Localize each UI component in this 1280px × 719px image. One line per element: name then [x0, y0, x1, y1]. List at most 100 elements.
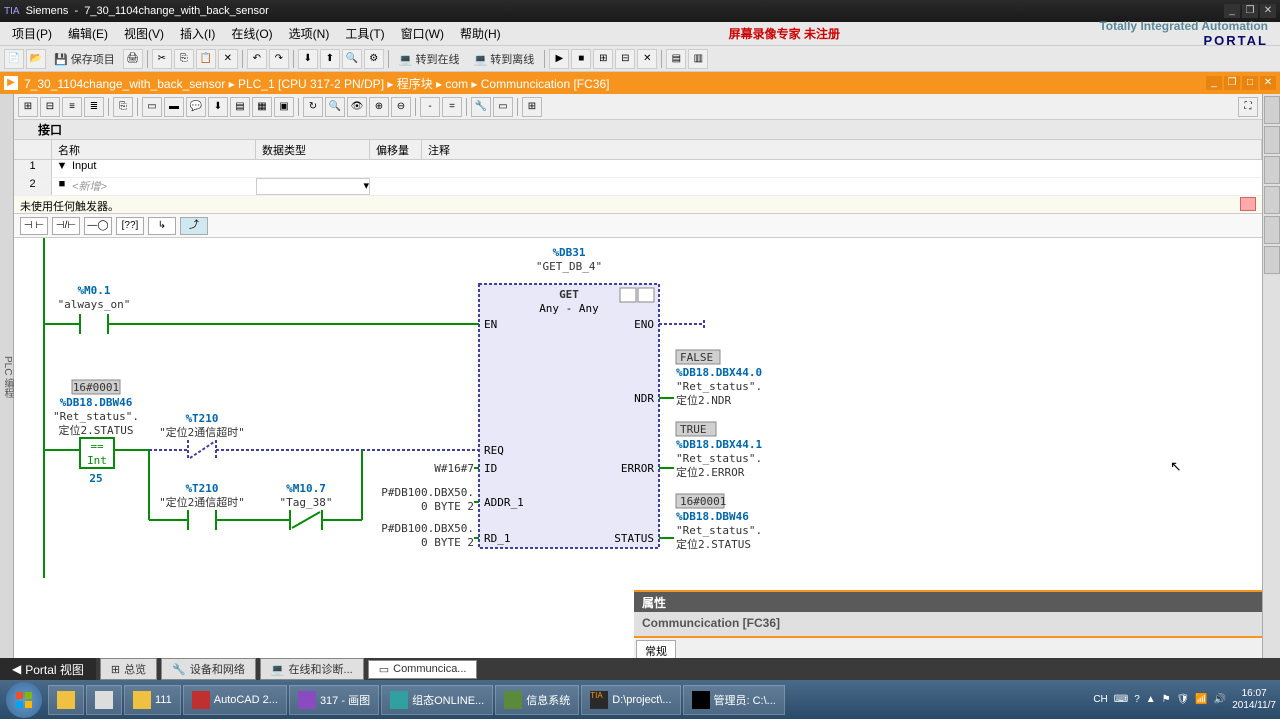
save-project-button[interactable]: 💾 保存项目	[48, 49, 121, 69]
paste-icon[interactable]: 📋	[196, 49, 216, 69]
menu-edit[interactable]: 编辑(E)	[60, 23, 116, 44]
et-icon-13[interactable]: ↻	[303, 97, 323, 117]
bottom-tab-diagnostics[interactable]: 💻 在线和诊断...	[260, 658, 364, 680]
properties-tab-general[interactable]: 常规	[636, 640, 676, 660]
et-icon-10[interactable]: ▤	[230, 97, 250, 117]
et-icon-12[interactable]: ▣	[274, 97, 294, 117]
cut-icon[interactable]: ✂	[152, 49, 172, 69]
copy-icon[interactable]: ⎘	[174, 49, 194, 69]
et-expand-icon[interactable]: ⛶	[1238, 97, 1258, 117]
tray-keyboard-icon[interactable]: ⌨	[1114, 694, 1128, 705]
task-autocad[interactable]: AutoCAD 2...	[183, 685, 287, 715]
et-insert-network-icon[interactable]: ⊞	[18, 97, 38, 117]
instr-branch-close[interactable]: ⤴	[180, 217, 208, 235]
trigger-settings-icon[interactable]	[1240, 197, 1256, 211]
task-paint[interactable]: 317 - 画图	[289, 685, 379, 715]
bottom-tab-overview[interactable]: ⊞ 总览	[100, 658, 157, 680]
right-tab-1[interactable]	[1264, 96, 1280, 124]
undo-icon[interactable]: ↶	[247, 49, 267, 69]
col-offset[interactable]: 偏移量	[370, 140, 422, 159]
right-tab-3[interactable]	[1264, 156, 1280, 184]
task-tia-portal[interactable]: TIAD:\project\...	[581, 685, 680, 715]
ladder-network[interactable]: %DB31 "GET_DB_4" %M0.1 "always_on" GET A…	[14, 238, 1262, 618]
new-project-icon[interactable]: 📄	[4, 49, 24, 69]
compile-icon[interactable]: ⚙	[364, 49, 384, 69]
et-icon-3[interactable]: ≡	[62, 97, 82, 117]
right-tab-5[interactable]	[1264, 216, 1280, 244]
editor-float-button[interactable]: ❐	[1224, 76, 1240, 90]
menu-window[interactable]: 窗口(W)	[393, 23, 452, 44]
et-icon-19[interactable]: =	[442, 97, 462, 117]
instr-branch-open[interactable]: ↳	[148, 217, 176, 235]
editor-minimize-button[interactable]: _	[1206, 76, 1222, 90]
task-cmd[interactable]: 管理员: C:\...	[683, 685, 785, 715]
et-icon-22[interactable]: ⊞	[522, 97, 542, 117]
et-icon-15[interactable]: 👁	[347, 97, 367, 117]
download-icon[interactable]: ⬇	[298, 49, 318, 69]
et-icon-20[interactable]: 🔧	[471, 97, 491, 117]
menu-insert[interactable]: 插入(I)	[172, 23, 223, 44]
et-icon-4[interactable]: ≣	[84, 97, 104, 117]
tray-shield-icon[interactable]: 🛡	[1177, 694, 1190, 705]
et-icon-8[interactable]: 💬	[186, 97, 206, 117]
maximize-button[interactable]: ❐	[1242, 4, 1258, 18]
go-online-button[interactable]: 💻 转到在线	[393, 49, 466, 69]
search-icon[interactable]: 🔍	[342, 49, 362, 69]
right-tab-4[interactable]	[1264, 186, 1280, 214]
et-icon-14[interactable]: 🔍	[325, 97, 345, 117]
menu-view[interactable]: 视图(V)	[116, 23, 172, 44]
breadcrumb-back-icon[interactable]: ▶	[4, 76, 18, 90]
menu-tools[interactable]: 工具(T)	[337, 23, 392, 44]
instr-nc-contact[interactable]: ⊣/⊢	[52, 217, 80, 235]
redo-icon[interactable]: ↷	[269, 49, 289, 69]
task-info-system[interactable]: 信息系统	[495, 685, 579, 715]
tray-volume-icon[interactable]: 🔊	[1214, 694, 1226, 705]
col-type[interactable]: 数据类型	[256, 140, 370, 159]
bottom-tab-devices[interactable]: 🔧 设备和网络	[161, 658, 256, 680]
et-icon-16[interactable]: ⊕	[369, 97, 389, 117]
tray-up-icon[interactable]: ▲	[1146, 694, 1156, 705]
open-project-icon[interactable]: 📂	[26, 49, 46, 69]
et-icon-17[interactable]: ⊖	[391, 97, 411, 117]
right-tab-2[interactable]	[1264, 126, 1280, 154]
tb-icon-1[interactable]: ⊞	[593, 49, 613, 69]
et-delete-network-icon[interactable]: ⊟	[40, 97, 60, 117]
expand-icon[interactable]: ▼	[52, 160, 72, 177]
delete-icon[interactable]: ✕	[218, 49, 238, 69]
right-tab-6[interactable]	[1264, 246, 1280, 274]
breadcrumb-path[interactable]: 7_30_1104change_with_back_sensor ▸ PLC_1…	[24, 75, 609, 92]
et-icon-5[interactable]: ⎘	[113, 97, 133, 117]
split-h-icon[interactable]: ▤	[666, 49, 686, 69]
ime-indicator[interactable]: CH	[1093, 694, 1107, 705]
et-icon-21[interactable]: ▭	[493, 97, 513, 117]
editor-close-button[interactable]: ✕	[1260, 76, 1276, 90]
task-explorer[interactable]	[48, 685, 84, 715]
split-v-icon[interactable]: ▥	[688, 49, 708, 69]
go-offline-button[interactable]: 💻 转到离线	[468, 49, 541, 69]
editor-maximize-button[interactable]: □	[1242, 76, 1258, 90]
tray-flag-icon[interactable]: ⚑	[1162, 694, 1171, 705]
col-name[interactable]: 名称	[52, 140, 256, 159]
tb-icon-2[interactable]: ⊟	[615, 49, 635, 69]
menu-options[interactable]: 选项(N)	[281, 23, 338, 44]
et-icon-11[interactable]: ▦	[252, 97, 272, 117]
stop-cpu-icon[interactable]: ■	[571, 49, 591, 69]
task-calculator[interactable]	[86, 685, 122, 715]
menu-project[interactable]: 项目(P)	[4, 23, 60, 44]
tray-network-icon[interactable]: 📶	[1195, 694, 1207, 705]
menu-help[interactable]: 帮助(H)	[452, 23, 509, 44]
portal-view-button[interactable]: ◀ Portal 视图	[0, 658, 96, 681]
interface-row[interactable]: 2 ■ <新增> ▾	[14, 178, 1262, 196]
param-name[interactable]: Input	[72, 160, 256, 177]
taskbar-clock[interactable]: 16:07 2014/11/7	[1232, 688, 1276, 712]
close-button[interactable]: ✕	[1260, 4, 1276, 18]
task-online-config[interactable]: 组态ONLINE...	[381, 685, 493, 715]
tray-help-icon[interactable]: ?	[1134, 694, 1140, 705]
interface-row[interactable]: 1 ▼ Input	[14, 160, 1262, 178]
bottom-tab-communication[interactable]: ▭ Communcica...	[368, 660, 478, 679]
start-cpu-icon[interactable]: ▶	[549, 49, 569, 69]
project-tree-tab[interactable]: PLC 编程	[0, 94, 14, 660]
et-icon-7[interactable]: ▬	[164, 97, 184, 117]
properties-title[interactable]: 属性	[634, 592, 1262, 612]
start-button[interactable]	[6, 682, 42, 718]
